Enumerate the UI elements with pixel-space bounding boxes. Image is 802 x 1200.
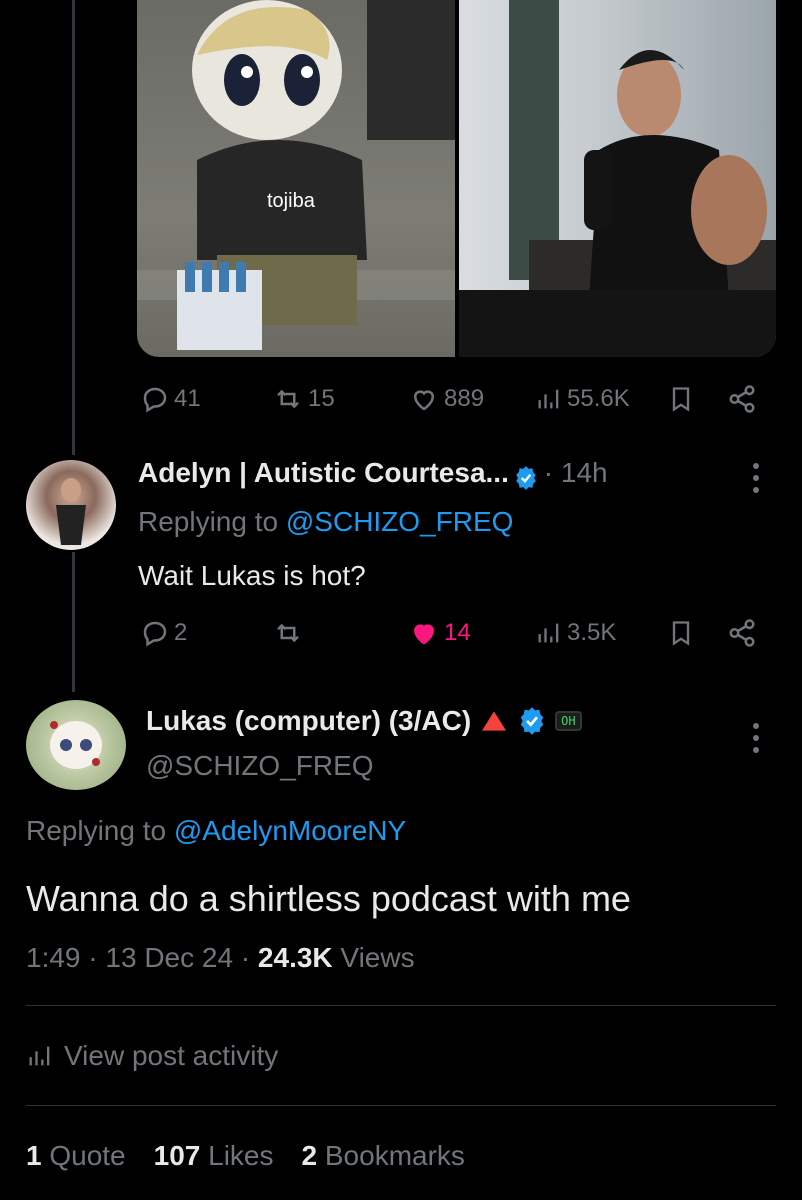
main-avatar[interactable] — [26, 700, 126, 790]
thread-line-middle — [72, 552, 75, 692]
reply-share-button[interactable] — [726, 618, 758, 648]
media-image-podcast[interactable] — [458, 0, 776, 357]
quotes-stat[interactable]: 1 Quote — [26, 1140, 126, 1172]
reply-repost-button[interactable] — [272, 618, 304, 648]
main-display-name[interactable]: Lukas (computer) (3/AC) — [146, 705, 471, 737]
views-icon — [538, 623, 559, 643]
tweet-media[interactable]: tojiba — [137, 0, 776, 357]
main-views-label: Views — [332, 942, 415, 973]
reply-display-name[interactable]: Adelyn | Autistic Courtesa... — [138, 457, 509, 488]
main-handle[interactable]: @SCHIZO_FREQ — [146, 750, 374, 782]
verified-badge-icon — [516, 465, 537, 490]
bookmark-icon — [672, 621, 690, 646]
repost-icon — [277, 623, 299, 643]
likes-label: Likes — [200, 1140, 274, 1171]
main-tweet-text: Wanna do a shirtless podcast with me — [26, 878, 631, 919]
parent-views-count: 55.6K — [567, 385, 630, 412]
reply-like-count: 14 — [444, 619, 471, 646]
bookmarks-count: 2 — [301, 1140, 318, 1171]
bookmarks-stat[interactable]: 2 Bookmarks — [302, 1140, 465, 1172]
likes-stat[interactable]: 107 Likes — [154, 1140, 274, 1172]
parent-like-count: 889 — [444, 385, 485, 412]
heart-filled-icon — [413, 624, 435, 645]
reply-text: Wait Lukas is hot? — [138, 560, 366, 591]
main-views-count: 24.3K — [257, 942, 333, 973]
main-date[interactable]: 13 Dec 24 — [105, 942, 233, 973]
repost-icon — [277, 389, 299, 409]
heart-icon — [413, 390, 435, 411]
views-icon — [29, 1046, 50, 1066]
bookmark-icon — [672, 387, 690, 412]
quotes-count: 1 — [26, 1140, 42, 1171]
view-post-activity-label: View post activity — [64, 1040, 279, 1071]
reply-reply-button[interactable]: 2 — [140, 618, 187, 648]
main-replying-to-handle[interactable]: @AdelynMooreNY — [174, 815, 406, 846]
media-caption: tojiba — [267, 190, 315, 212]
views-icon — [538, 389, 559, 409]
reply-views-button[interactable]: 3.5K — [535, 618, 616, 648]
bookmarks-label: Bookmarks — [317, 1140, 465, 1171]
parent-share-button[interactable] — [726, 384, 758, 414]
parent-bookmark-button[interactable] — [667, 384, 695, 414]
divider-2 — [26, 1105, 776, 1106]
view-post-activity-button[interactable]: View post activity — [26, 1040, 278, 1072]
share-icon — [729, 385, 755, 413]
parent-reply-button[interactable]: 41 — [140, 384, 201, 414]
reply-like-button[interactable]: 14 — [408, 618, 471, 648]
media-image-cartoon[interactable]: tojiba — [137, 0, 455, 357]
likes-count: 107 — [153, 1140, 201, 1171]
quotes-label: Quote — [41, 1140, 126, 1171]
reply-replying-to-label: Replying to — [138, 506, 286, 537]
divider-1 — [26, 1005, 776, 1006]
thread-line-top — [72, 0, 75, 455]
main-time[interactable]: 1:49 — [26, 942, 81, 973]
reply-icon — [143, 387, 167, 413]
parent-views-button[interactable]: 55.6K — [535, 384, 630, 414]
reply-icon — [143, 621, 167, 647]
reply-reply-count: 2 — [174, 619, 188, 646]
main-replying-to-label: Replying to — [26, 815, 174, 846]
parent-repost-count: 15 — [308, 385, 335, 412]
reply-views-count: 3.5K — [567, 619, 617, 646]
parent-repost-button[interactable]: 15 — [272, 384, 335, 414]
parent-reply-count: 41 — [174, 385, 201, 412]
reply-replying-to-handle[interactable]: @SCHIZO_FREQ — [286, 506, 514, 537]
share-icon — [729, 619, 755, 647]
red-triangle-icon — [482, 711, 507, 731]
reply-avatar[interactable] — [26, 460, 116, 550]
main-more-icon[interactable] — [748, 720, 764, 761]
reply-timestamp[interactable]: · 14h — [544, 457, 608, 488]
affiliate-badge[interactable]: OH — [555, 711, 582, 731]
reply-bookmark-button[interactable] — [667, 618, 695, 648]
reply-more-icon[interactable] — [748, 460, 764, 501]
verified-badge-icon — [520, 707, 544, 735]
parent-like-button[interactable]: 889 — [408, 384, 484, 414]
